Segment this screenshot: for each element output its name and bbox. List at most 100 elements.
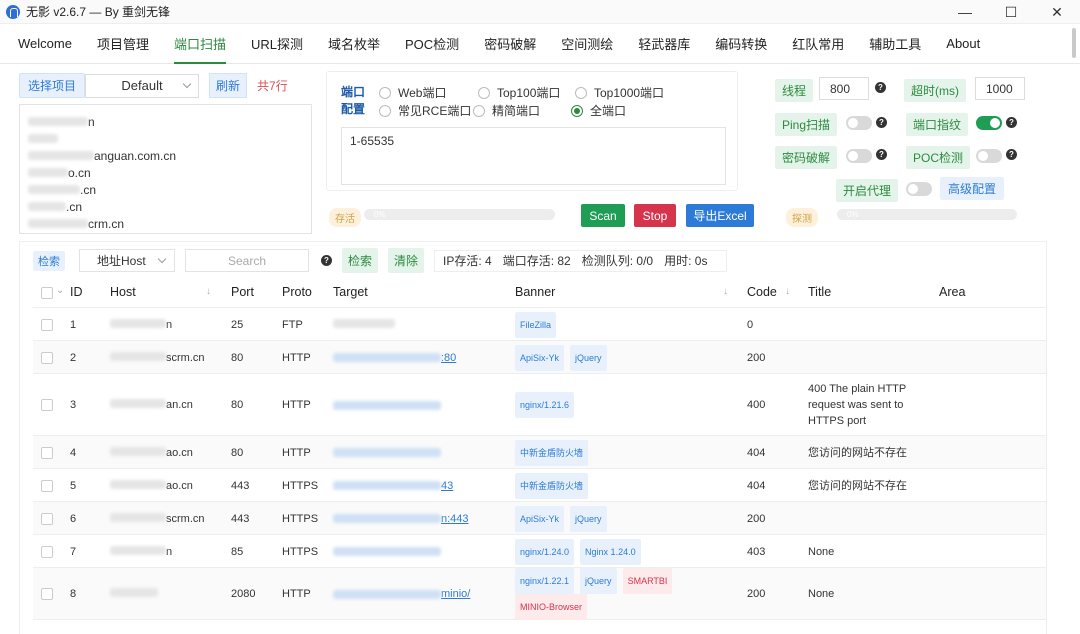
scan-button[interactable]: Scan bbox=[581, 204, 625, 227]
close-icon[interactable]: ✕ bbox=[1034, 0, 1080, 24]
threads-input[interactable]: 800 bbox=[819, 77, 869, 100]
menu-item-10[interactable]: 红队常用 bbox=[792, 24, 844, 64]
menu-item-9[interactable]: 编码转换 bbox=[715, 24, 767, 64]
table-row[interactable]: 3 an.cn 80 HTTP nginx/1.21.6 400 400 The plain… bbox=[33, 374, 1046, 436]
minimize-icon[interactable]: — bbox=[942, 0, 988, 24]
sort-arrow-icon[interactable]: ↓ bbox=[206, 286, 211, 297]
row-checkbox[interactable] bbox=[41, 399, 53, 411]
table-row[interactable]: 4 ao.cn 80 HTTP 中新金盾防火墙 404 您访问的网站不存在 bbox=[33, 436, 1046, 469]
project-select[interactable]: Default bbox=[85, 73, 200, 98]
row-checkbox[interactable] bbox=[41, 479, 53, 492]
radio-icon[interactable] bbox=[379, 86, 391, 99]
table-row[interactable]: 7 n 85 HTTPS nginx/1.24.0 Nginx 1.24.0 403 None bbox=[33, 535, 1046, 568]
port-option-3[interactable]: 常见RCE端口 bbox=[379, 102, 471, 119]
help-icon[interactable]: ? bbox=[1006, 117, 1017, 128]
sort-arrow-icon[interactable]: ↓ bbox=[723, 286, 728, 297]
poc-check-toggle[interactable] bbox=[976, 149, 1002, 163]
column-header-area[interactable]: Area bbox=[939, 285, 965, 299]
search-field-select[interactable]: 地址Host bbox=[79, 249, 175, 272]
maximize-icon[interactable]: ☐ bbox=[988, 0, 1034, 24]
stop-button[interactable]: Stop bbox=[634, 204, 676, 227]
clear-button[interactable]: 清除 bbox=[388, 248, 425, 273]
row-checkbox[interactable] bbox=[41, 351, 53, 364]
select-project-button[interactable]: 选择项目 bbox=[19, 73, 86, 98]
table-row[interactable]: 1 n 25 FTP FileZilla 0 bbox=[33, 308, 1046, 341]
port-option-1[interactable]: Top100端口 bbox=[478, 84, 560, 101]
help-icon[interactable]: ? bbox=[1006, 149, 1017, 160]
radio-icon[interactable] bbox=[478, 86, 490, 99]
column-header-title[interactable]: Title bbox=[808, 285, 831, 299]
banner-badge: FileZilla bbox=[515, 311, 557, 338]
help-icon[interactable]: ? bbox=[321, 255, 332, 266]
column-header-host[interactable]: Host bbox=[110, 285, 136, 299]
menu-item-5[interactable]: POC检测 bbox=[405, 24, 459, 64]
row-checkbox[interactable] bbox=[41, 545, 53, 558]
target-link[interactable] bbox=[333, 399, 441, 411]
radio-icon[interactable] bbox=[473, 104, 485, 117]
id-cell: 4 bbox=[70, 436, 76, 469]
export-excel-button[interactable]: 导出Excel bbox=[686, 204, 754, 227]
redacted-text bbox=[28, 151, 94, 160]
search-button[interactable]: 检索 bbox=[342, 248, 379, 273]
target-link[interactable]: :80 bbox=[333, 352, 456, 364]
row-checkbox[interactable] bbox=[41, 446, 53, 459]
row-checkbox[interactable] bbox=[41, 588, 53, 600]
search-mode-tag[interactable]: 检索 bbox=[33, 250, 65, 271]
scrollbar-thumb[interactable] bbox=[1072, 28, 1076, 58]
menu-item-8[interactable]: 轻武器库 bbox=[638, 24, 690, 64]
menu-item-1[interactable]: 项目管理 bbox=[97, 24, 149, 64]
target-link[interactable]: n:443 bbox=[333, 513, 469, 525]
table-row[interactable]: 8 2080 HTTP minio/nginx/1.22.1 jQuery SMARTBI… bbox=[33, 568, 1046, 620]
ports-input[interactable]: 1-65535 bbox=[341, 127, 726, 185]
menu-item-0[interactable]: Welcome bbox=[18, 24, 72, 64]
brute-force-toggle[interactable] bbox=[846, 149, 872, 163]
table-row[interactable]: 6 scrm.cn 443 HTTPS n:443 ApiSix-Yk jQuery 200 bbox=[33, 502, 1046, 535]
port-option-2[interactable]: Top1000端口 bbox=[575, 84, 664, 101]
port-option-5[interactable]: 全端口 bbox=[571, 102, 626, 119]
radio-icon[interactable] bbox=[379, 104, 391, 117]
port-alive-stat: 端口存活: 82 bbox=[502, 254, 571, 268]
port-option-4[interactable]: 精简端口 bbox=[473, 102, 540, 119]
target-domains-textarea[interactable]: n anguan.com.cn o.cn .cn .cn crm.cn bbox=[19, 104, 312, 234]
ping-scan-toggle[interactable] bbox=[846, 116, 872, 130]
advanced-config-button[interactable]: 高级配置 bbox=[940, 177, 1005, 200]
menu-item-3[interactable]: URL探测 bbox=[251, 24, 303, 64]
refresh-button[interactable]: 刷新 bbox=[209, 73, 248, 98]
table-row[interactable]: 5 ao.cn 443 HTTPS 43 中新金盾防火墙 404 您访问的网站不存在 bbox=[33, 469, 1046, 502]
target-link[interactable]: minio/ bbox=[333, 588, 470, 600]
help-icon[interactable]: ? bbox=[876, 117, 887, 128]
target-link[interactable]: 43 bbox=[333, 480, 453, 492]
menu-item-7[interactable]: 空间测绘 bbox=[561, 24, 613, 64]
row-checkbox[interactable] bbox=[41, 318, 53, 331]
row-checkbox[interactable] bbox=[41, 512, 53, 525]
port-fingerprint-toggle[interactable] bbox=[976, 116, 1002, 130]
redacted-text bbox=[110, 351, 166, 361]
help-icon[interactable]: ? bbox=[876, 149, 887, 160]
target-cell bbox=[333, 535, 441, 568]
radio-icon[interactable] bbox=[571, 104, 583, 117]
search-input[interactable]: Search bbox=[185, 249, 309, 272]
timeout-input[interactable]: 1000 bbox=[975, 77, 1025, 100]
column-header-target[interactable]: Target bbox=[333, 285, 368, 299]
target-link[interactable] bbox=[333, 447, 441, 459]
column-header-code[interactable]: Code bbox=[747, 285, 777, 299]
menu-item-2[interactable]: 端口扫描 bbox=[173, 24, 226, 64]
target-link[interactable] bbox=[333, 546, 441, 558]
table-row[interactable]: 2 scrm.cn 80 HTTP:80 ApiSix-Yk jQuery 200 bbox=[33, 341, 1046, 374]
chevron-down-icon[interactable]: ⌄ bbox=[56, 285, 64, 296]
menu-item-4[interactable]: 域名枚举 bbox=[328, 24, 380, 64]
menu-item-6[interactable]: 密码破解 bbox=[484, 24, 536, 64]
sort-arrow-icon[interactable]: ↓ bbox=[785, 286, 790, 297]
radio-icon[interactable] bbox=[575, 86, 587, 99]
select-all-checkbox[interactable] bbox=[41, 287, 53, 299]
menu-item-12[interactable]: About bbox=[946, 24, 980, 64]
column-header-banner[interactable]: Banner bbox=[515, 285, 555, 299]
proxy-toggle[interactable] bbox=[906, 182, 932, 196]
column-header-id[interactable]: ID bbox=[70, 285, 83, 299]
column-header-port[interactable]: Port bbox=[231, 285, 254, 299]
banner-cell: nginx/1.24.0 Nginx 1.24.0 bbox=[515, 535, 705, 568]
port-option-0[interactable]: Web端口 bbox=[379, 84, 446, 101]
menu-item-11[interactable]: 辅助工具 bbox=[869, 24, 921, 64]
column-header-proto[interactable]: Proto bbox=[282, 285, 312, 299]
help-icon[interactable]: ? bbox=[875, 82, 886, 93]
